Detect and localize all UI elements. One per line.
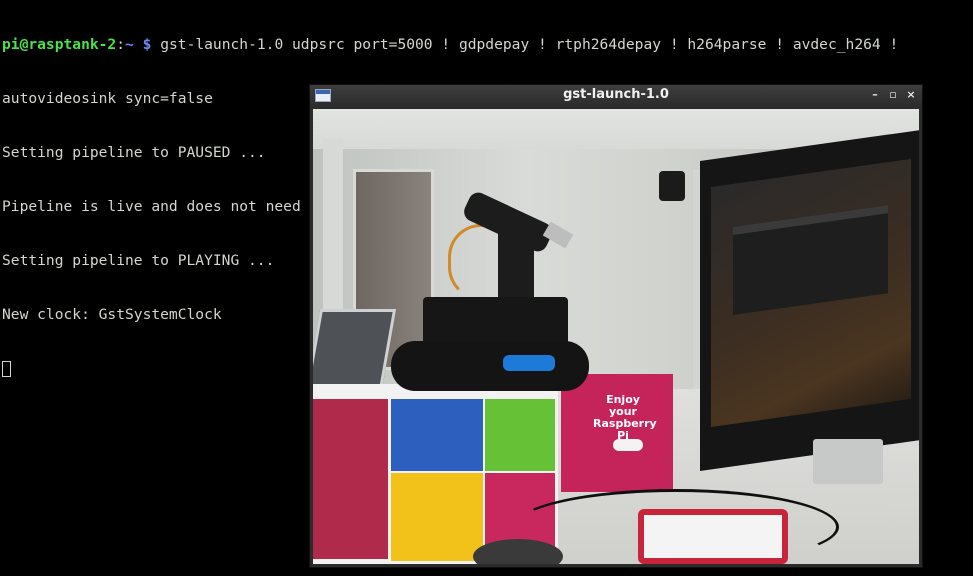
scene-box-right-text: Enjoy your Raspberry Pi: [593, 393, 657, 442]
prompt-sign: $: [142, 36, 152, 53]
prompt-user: pi@rasptank-2: [2, 36, 117, 53]
scene-wall-speaker: [659, 171, 685, 201]
scene-laptop: [313, 309, 397, 390]
video-stream: Enjoy your Raspberry Pi: [313, 109, 919, 564]
scene-monitor-stand: [813, 439, 883, 484]
maximize-button[interactable]: ▫: [886, 88, 900, 102]
prompt-separator: :: [116, 36, 126, 53]
close-button[interactable]: ×: [904, 88, 918, 102]
minimize-button[interactable]: –: [868, 88, 882, 102]
scene-box-right-pill: [613, 439, 643, 451]
scene-robot-battery: [503, 355, 555, 371]
scene-robot-arm: [498, 219, 534, 304]
scene-tile-blue: [391, 399, 483, 471]
terminal-cursor: [2, 361, 11, 377]
scene-tile-green: [485, 399, 555, 471]
prompt-path: ~: [125, 36, 134, 53]
scene-tile-yellow: [391, 473, 483, 561]
scene-robot-body: [423, 297, 568, 347]
command-line: pi@rasptank-2:~ $ gst-launch-1.0 udpsrc …: [2, 36, 973, 54]
window-title: gst-launch-1.0: [563, 87, 669, 102]
window-titlebar[interactable]: gst-launch-1.0 – ▫ ×: [310, 85, 922, 106]
command-text: gst-launch-1.0 udpsrc port=5000 ! gdpdep…: [160, 36, 899, 53]
scene-pi-case: [638, 509, 788, 564]
video-window[interactable]: gst-launch-1.0 – ▫ × Enjoy your Raspberr…: [310, 85, 922, 567]
scene-robot-track: [391, 341, 589, 391]
scene-box-left-stripe: [313, 399, 388, 559]
